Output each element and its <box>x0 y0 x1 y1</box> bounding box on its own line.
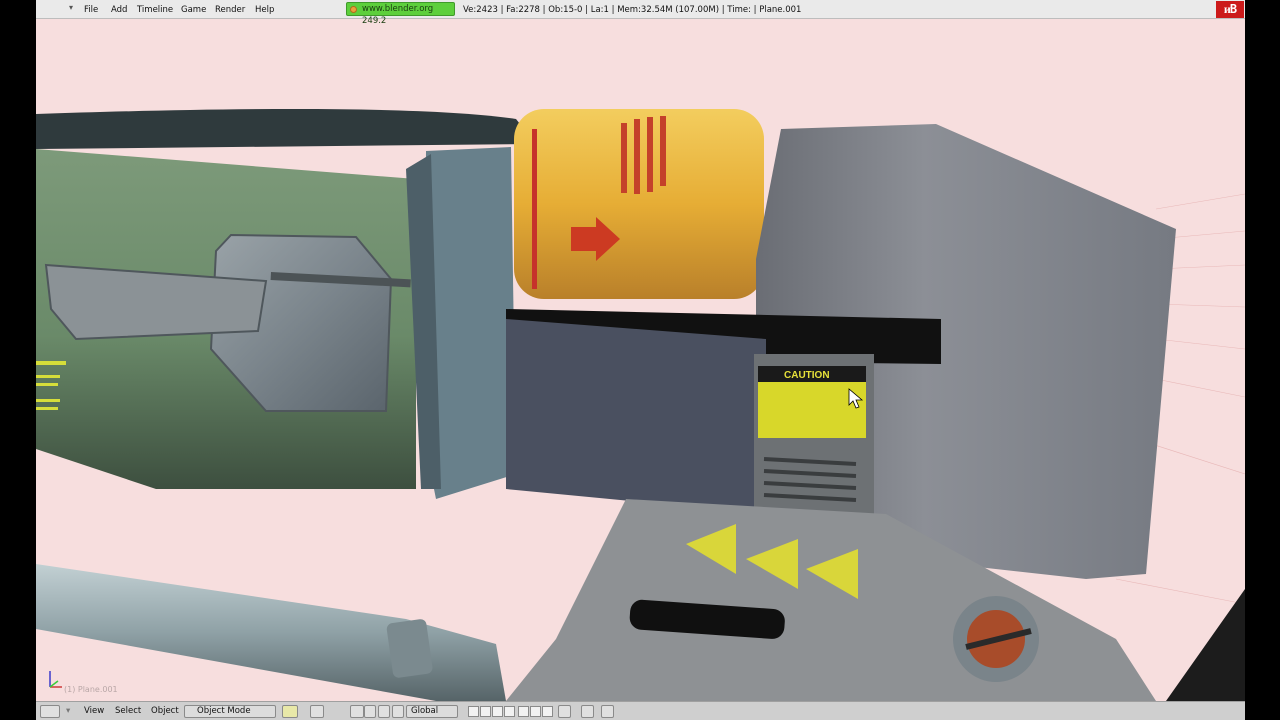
menu-select[interactable]: Select <box>115 705 141 718</box>
lower-housing <box>506 319 766 514</box>
canister-stripe <box>532 129 537 289</box>
layer-button-2[interactable] <box>480 706 491 717</box>
editor-type-button[interactable] <box>40 705 60 718</box>
menu-object[interactable]: Object <box>151 705 179 718</box>
manipulator-toggle[interactable] <box>350 705 364 718</box>
hose <box>36 109 536 149</box>
menu-add[interactable]: Add <box>111 4 127 16</box>
layer-button-5[interactable] <box>518 706 529 717</box>
menu-file[interactable]: File <box>84 4 98 16</box>
render-preview-icon[interactable] <box>601 705 614 718</box>
dark-corner <box>1166 589 1245 701</box>
layer-button-4[interactable] <box>504 706 515 717</box>
draw-type-button[interactable] <box>282 705 298 718</box>
menu-view[interactable]: View <box>84 705 104 718</box>
mode-select[interactable]: Object Mode <box>184 705 276 718</box>
lock-icon[interactable] <box>558 705 571 718</box>
scene-layer-button[interactable] <box>581 705 594 718</box>
menu-help[interactable]: Help <box>255 4 274 16</box>
3d-viewport[interactable]: CAUTION (1) Plane.001 <box>36 19 1245 701</box>
mode-label: Object Mode <box>197 706 251 716</box>
pivot-button[interactable] <box>310 705 324 718</box>
viewport-header: ▾ View Select Object Object Mode Global <box>36 701 1245 720</box>
menu-render[interactable]: Render <box>215 4 245 16</box>
menu-game[interactable]: Game <box>181 4 206 16</box>
object-name-label: (1) Plane.001 <box>64 685 118 694</box>
orientation-select[interactable]: Global <box>406 705 458 718</box>
axis-gizmo-icon <box>49 671 62 688</box>
pipe-clamp <box>386 619 433 678</box>
header-collapse-icon[interactable]: ▾ <box>66 705 70 718</box>
letterbox-right <box>1245 0 1280 720</box>
translate-manipulator[interactable] <box>364 705 376 718</box>
blender-logo-icon <box>350 6 357 13</box>
caution-label: CAUTION <box>784 370 830 381</box>
layer-button-6[interactable] <box>530 706 541 717</box>
info-header: ▾ File Add Timeline Game Render Help www… <box>36 0 1245 26</box>
rotate-manipulator[interactable] <box>378 705 390 718</box>
app-logo: ᴎB <box>1216 1 1244 18</box>
layer-button-3[interactable] <box>492 706 503 717</box>
layer-button-7[interactable] <box>542 706 553 717</box>
scene-stats: Ve:2423 | Fa:2278 | Ob:15-0 | La:1 | Mem… <box>463 5 802 15</box>
blender-site-badge[interactable]: www.blender.org 249.2 <box>346 2 455 26</box>
header-collapse-icon[interactable]: ▾ <box>69 4 77 12</box>
letterbox-left <box>0 0 36 720</box>
scale-manipulator[interactable] <box>392 705 404 718</box>
layer-button-1[interactable] <box>468 706 479 717</box>
blender-window: ▾ File Add Timeline Game Render Help www… <box>36 0 1245 720</box>
menu-timeline[interactable]: Timeline <box>137 4 173 16</box>
barrel-pipe <box>36 564 506 701</box>
orientation-label: Global <box>411 706 439 716</box>
